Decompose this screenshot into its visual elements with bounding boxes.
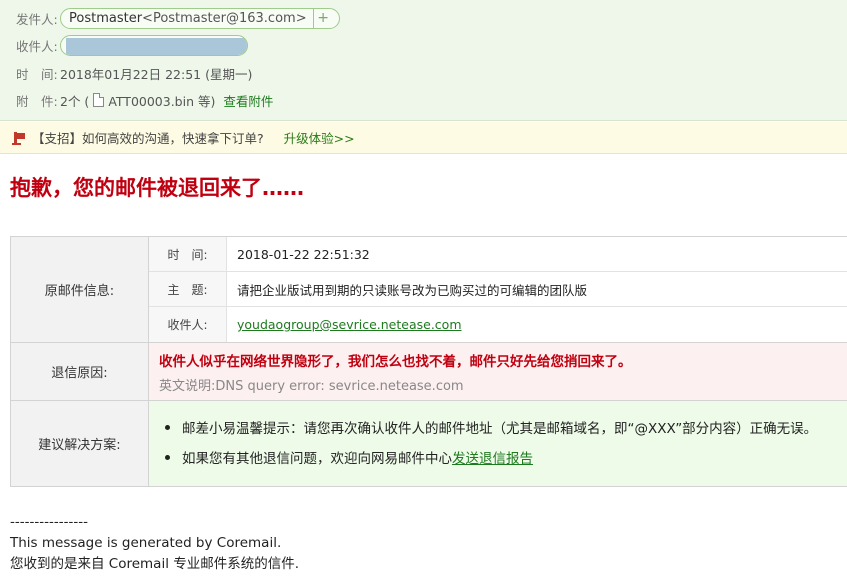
orig-subject-value: 请把企业版试用到期的只读账号改为已购买过的可编辑的团队版 — [237, 282, 588, 298]
reason-body: 收件人似乎在网络世界隐形了，我们怎么也找不着，邮件只好先给您捎回来了。 英文说明… — [149, 343, 847, 400]
mail-header: 发件人: Postmaster <Postmaster@163.com> + 收… — [0, 0, 847, 121]
orig-key: 时 间: — [149, 237, 227, 271]
add-contact-icon[interactable]: + — [312, 8, 333, 28]
orig-key: 收件人: — [149, 307, 227, 342]
send-bounce-report-link[interactable]: 发送退信报告 — [452, 447, 533, 467]
bullet-icon — [165, 424, 170, 430]
sender-name: Postmaster — [69, 10, 143, 26]
sender-address: <Postmaster@163.com> — [142, 10, 307, 26]
bounce-info-table: 原邮件信息: 时 间: 2018-01-22 22:51:32 主 题: 请把企… — [10, 236, 847, 487]
view-attachments-link[interactable]: 查看附件 — [223, 91, 273, 110]
footer: ---------------- This message is generat… — [10, 512, 299, 575]
to-label: 收件人: — [16, 38, 58, 54]
attachment-label: 附 件: — [16, 93, 58, 109]
promo-text[interactable]: 【支招】如何高效的沟通，快速拿下订单? — [32, 128, 264, 147]
sender-chip[interactable]: Postmaster <Postmaster@163.com> + — [60, 7, 340, 29]
reason-section: 退信原因: 收件人似乎在网络世界隐形了，我们怎么也找不着，邮件只好先给您捎回来了… — [11, 343, 847, 401]
orig-row-time: 时 间: 2018-01-22 22:51:32 — [149, 237, 847, 272]
suggestion-text: 邮差小易温馨提示：请您再次确认收件人的邮件地址（尤其是邮箱域名，即“@XXX”部… — [182, 421, 818, 437]
reason-english: 英文说明:DNS query error: sevrice.netease.co… — [159, 379, 464, 394]
from-row: 发件人: Postmaster <Postmaster@163.com> + — [0, 7, 340, 29]
orig-key: 主 题: — [149, 272, 227, 306]
original-mail-section: 原邮件信息: 时 间: 2018-01-22 22:51:32 主 题: 请把企… — [11, 237, 847, 343]
time-value: 2018年01月22日 22:51 (星期一) — [60, 66, 253, 82]
stamp-icon — [12, 131, 26, 145]
attachment-row: 附 件: 2个 ( ATT00003.bin 等) 查看附件 — [0, 89, 273, 111]
suggestion-text: 如果您有其他退信问题，欢迎向网易邮件中心 — [182, 451, 452, 467]
suggestion-body: 邮差小易温馨提示：请您再次确认收件人的邮件地址（尤其是邮箱域名，即“@XXX”部… — [149, 401, 847, 486]
bounce-title: 抱歉，您的邮件被退回来了…… — [10, 176, 304, 200]
time-label: 时 间: — [16, 66, 58, 82]
footer-divider: ---------------- — [10, 514, 88, 530]
promo-banner: 【支招】如何高效的沟通，快速拿下订单? 升级体验>> — [0, 122, 847, 154]
attachment-count: 2个 ( — [60, 93, 90, 109]
original-mail-label: 原邮件信息: — [11, 237, 149, 342]
orig-recipient-link[interactable]: youdaogroup@sevrice.netease.com — [227, 307, 847, 342]
original-mail-body: 时 间: 2018-01-22 22:51:32 主 题: 请把企业版试用到期的… — [149, 237, 847, 342]
attachment-info: 2个 ( ATT00003.bin 等) 查看附件 — [60, 91, 273, 110]
suggestion-item: 邮差小易温馨提示：请您再次确认收件人的邮件地址（尤其是邮箱域名，即“@XXX”部… — [165, 417, 847, 437]
orig-row-recipient: 收件人: youdaogroup@sevrice.netease.com — [149, 307, 847, 342]
footer-line-1: This message is generated by Coremail. — [10, 535, 282, 551]
bullet-icon — [165, 454, 170, 460]
orig-time-value: 2018-01-22 22:51:32 — [237, 246, 370, 262]
reason-label: 退信原因: — [11, 343, 149, 400]
orig-row-subject: 主 题: 请把企业版试用到期的只读账号改为已购买过的可编辑的团队版 — [149, 272, 847, 307]
redacted-recipient — [66, 37, 247, 55]
recipient-chip[interactable] — [60, 34, 248, 56]
upgrade-link[interactable]: 升级体验>> — [284, 128, 355, 147]
time-row: 时 间: 2018年01月22日 22:51 (星期一) — [0, 62, 252, 84]
attachment-file: ATT00003.bin 等) — [108, 93, 216, 109]
suggestion-item: 如果您有其他退信问题，欢迎向网易邮件中心 发送退信报告 — [165, 447, 847, 467]
suggestion-label: 建议解决方案: — [11, 401, 149, 486]
file-icon — [93, 93, 105, 107]
to-row: 收件人: — [0, 34, 248, 56]
suggestion-section: 建议解决方案: 邮差小易温馨提示：请您再次确认收件人的邮件地址（尤其是邮箱域名，… — [11, 401, 847, 487]
footer-line-2: 您收到的是来自 Coremail 专业邮件系统的信件. — [10, 556, 300, 572]
reason-message: 收件人似乎在网络世界隐形了，我们怎么也找不着，邮件只好先给您捎回来了。 — [159, 354, 632, 370]
from-label: 发件人: — [16, 11, 58, 27]
